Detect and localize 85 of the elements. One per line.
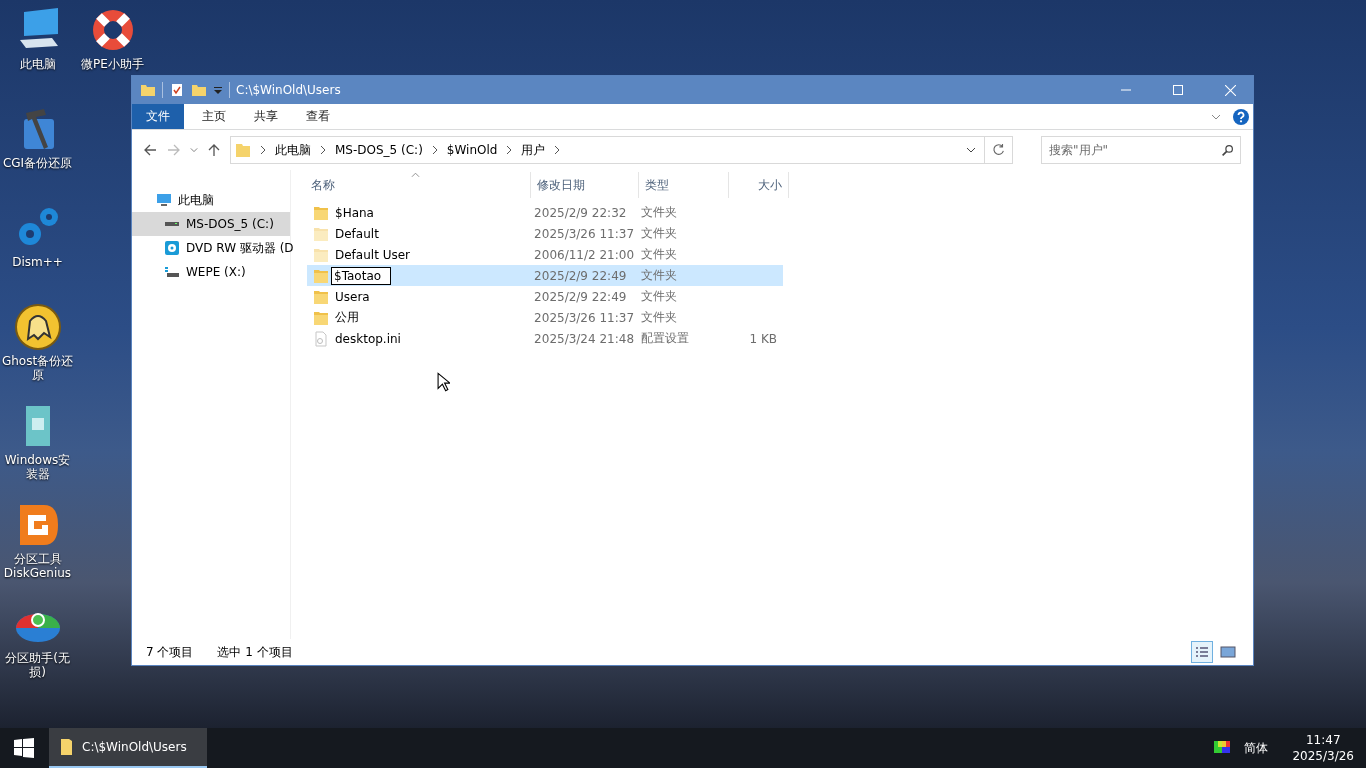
tree-item[interactable]: MS-DOS_5 (C:) [132,212,290,236]
breadcrumb[interactable]: $WinOld [446,143,498,157]
tree-item[interactable]: WEPE (X:) [132,260,290,284]
refresh-button[interactable] [985,136,1013,164]
input-language[interactable]: 简体 [1244,739,1269,757]
monitor-icon [156,192,172,208]
refresh-icon[interactable] [991,143,1006,157]
chevron-right-icon[interactable] [431,145,438,155]
close-icon[interactable] [1224,84,1236,96]
column-header[interactable]: 大小 [729,172,789,198]
back-arrow-icon[interactable] [142,142,158,158]
sort-caret-icon [411,172,420,178]
dropdown-caret-icon[interactable] [213,85,223,95]
date-cell-text: 2025/2/9 22:49 [533,289,628,304]
file-row[interactable]: desktop.ini 2025/3/24 21:48 配置设置 1 KB [307,328,783,349]
tree-item[interactable]: 此电脑 [132,188,290,212]
clock[interactable]: 11:47 2025/3/26 [1292,732,1354,764]
breadcrumb[interactable]: 此电脑 [275,141,311,159]
file-row[interactable]: $Hana 2025/2/9 22:32 文件夹 [307,202,783,223]
type-cell-text: 文件夹 [639,246,678,263]
desktop-icon-label[interactable]: 此电脑 [1,57,74,71]
chevron-right-icon[interactable] [260,145,266,155]
windows-start-icon[interactable] [14,738,34,758]
chevron-right-icon[interactable] [554,145,561,155]
file-row[interactable]: $Taotao 2025/2/9 22:49 文件夹 [307,265,783,286]
file-name: $Hana [335,205,374,220]
address-bar[interactable]: 此电脑 MS-DOS_5 (C:) $WinOld 用户 [230,136,985,164]
desktop-icon-label[interactable]: Windows安装器 [1,453,74,481]
color-display-icon[interactable] [1214,741,1231,755]
breadcrumb[interactable]: MS-DOS_5 (C:) [335,143,423,157]
ribbon-tab[interactable]: 文件 [132,104,184,129]
rename-field[interactable]: $Taotao [331,266,391,285]
column-header[interactable]: 修改日期 [531,172,639,198]
type-cell-text: 文件夹 [639,204,678,221]
maximize-icon[interactable] [1173,85,1183,95]
drive-icon [165,222,179,226]
column-header[interactable]: 名称 [305,172,531,198]
type-cell-text: 文件夹 [639,288,678,305]
desktop-icon-label[interactable]: CGI备份还原 [1,156,74,170]
desktop-icon-label[interactable]: 分区助手(无损) [1,651,74,679]
properties-icon[interactable] [169,82,185,98]
file-row[interactable]: Usera 2025/2/9 22:49 文件夹 [307,286,783,307]
date-cell-text: 2025/2/9 22:32 [533,205,628,220]
folder-icon [235,142,251,158]
selection-count: 选中 1 个项目 [217,643,293,661]
file-name: Default [335,226,379,241]
details-view-button[interactable] [1191,641,1213,663]
mouse-pointer-icon [437,372,450,392]
taskbar-button[interactable]: C:\$WinOld\Users [49,728,207,768]
file-row[interactable]: Default 2025/3/26 11:37 文件夹 [307,223,783,244]
desktop-icon-label[interactable]: Dism++ [1,255,74,269]
type-cell-text: 文件夹 [639,225,678,242]
search-field[interactable]: 搜索"用户" [1041,136,1241,164]
date-cell-text: 2025/3/26 11:37 [533,226,635,241]
file-name: desktop.ini [335,331,401,346]
folder-icon[interactable] [140,82,156,98]
type-cell-text: 配置设置 [639,330,690,347]
ghost-icon[interactable] [13,303,62,351]
desktop-icon-label[interactable]: Ghost备份还原 [1,354,74,382]
file-name: 公用 [335,309,359,326]
chevron-right-icon[interactable] [320,145,326,155]
desktop-icon-label[interactable]: 微PE小助手 [76,57,149,71]
date-cell-text: 2006/11/2 21:00 [533,247,635,262]
size-cell: 1 KB [749,331,777,346]
list-icon[interactable] [1195,647,1209,657]
date-cell-text: 2025/3/26 11:37 [533,310,635,325]
file-name: Usera [335,289,370,304]
date-cell-text: 2025/3/24 21:48 [533,331,635,346]
window-title: C:\$WinOld\Users [236,83,342,97]
desktop-icon-label[interactable]: 分区工具 DiskGenius [1,552,74,580]
type-cell-text: 文件夹 [639,267,678,284]
breadcrumb[interactable]: 用户 [521,141,546,159]
up-arrow-icon[interactable] [206,142,222,158]
file-name: Default User [335,247,410,262]
file-row[interactable]: 公用 2025/3/26 11:37 文件夹 [307,307,783,328]
file-row[interactable]: Default User 2006/11/2 21:00 文件夹 [307,244,783,265]
help-icon[interactable] [1233,108,1249,125]
chevron-down-icon[interactable] [966,147,976,153]
new-folder-icon[interactable] [191,82,207,98]
date-cell-text: 2025/2/9 22:49 [533,268,628,283]
type-cell-text: 文件夹 [639,309,678,326]
column-header[interactable]: 类型 [639,172,729,198]
usb-drive-icon [164,264,180,280]
item-count: 7 个项目 [146,643,194,661]
chevron-right-icon[interactable] [506,145,513,155]
